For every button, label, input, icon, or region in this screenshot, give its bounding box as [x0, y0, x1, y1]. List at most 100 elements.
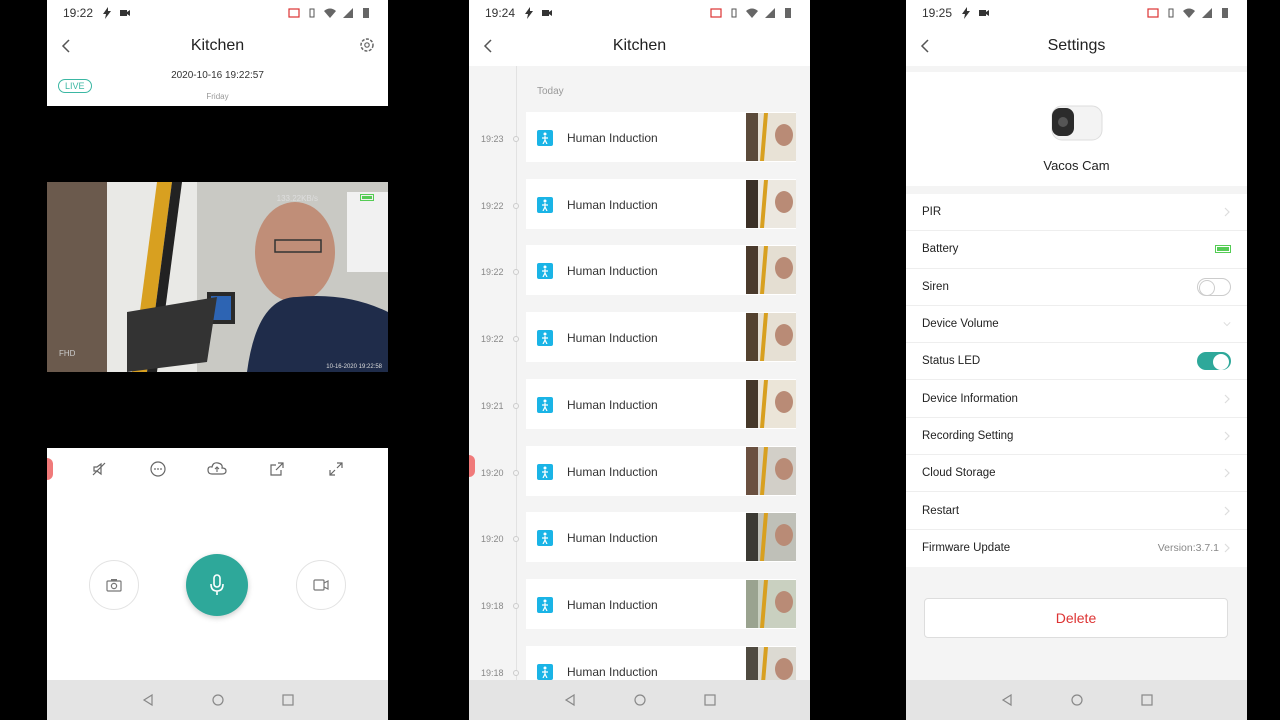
page-title: Settings	[1047, 37, 1106, 54]
share-button[interactable]	[266, 458, 288, 480]
battery-status-icon	[785, 8, 791, 18]
device-name: Vacos Cam	[1043, 158, 1110, 173]
event-row[interactable]: 19:22 Human Induction	[469, 245, 810, 296]
section-header: Today	[537, 86, 564, 97]
live-video-feed[interactable]: 133.22KB/s FHD 10-16-2020 19:22:58	[47, 182, 388, 372]
mic-icon	[210, 574, 224, 595]
vibrate-icon	[1168, 8, 1174, 18]
settings-row-device-volume[interactable]: Device Volume	[906, 306, 1247, 344]
wifi-icon	[324, 8, 336, 18]
event-row[interactable]: 19:22 Human Induction	[469, 312, 810, 363]
settings-row-siren[interactable]: Siren	[906, 269, 1247, 306]
event-card[interactable]: Human Induction	[526, 178, 796, 229]
event-thumbnail[interactable]	[746, 246, 796, 295]
event-time: 19:22	[481, 200, 504, 211]
video-icon	[979, 10, 990, 16]
fullscreen-button[interactable]	[325, 458, 347, 480]
timeline-dot	[513, 336, 519, 343]
settings-row-cloud-storage[interactable]: Cloud Storage	[906, 455, 1247, 493]
chevron-down-icon	[1223, 322, 1231, 327]
nav-back-icon[interactable]	[141, 693, 155, 707]
live-datetime: 2020-10-16 19:22:57	[171, 70, 264, 81]
settings-row-label: Firmware Update	[922, 542, 1011, 555]
nav-home-icon[interactable]	[633, 693, 647, 707]
nav-home-icon[interactable]	[1070, 693, 1084, 707]
event-card[interactable]: Human Induction	[526, 112, 796, 162]
timeline-dot	[513, 669, 519, 676]
back-icon[interactable]	[916, 36, 936, 56]
event-card[interactable]: Human Induction	[526, 445, 796, 496]
signal-icon	[1202, 8, 1212, 18]
app-bar: Kitchen	[469, 26, 810, 66]
back-icon[interactable]	[479, 36, 499, 56]
event-card[interactable]: Human Induction	[526, 245, 796, 296]
settings-row-label: Status LED	[922, 355, 981, 368]
nav-back-icon[interactable]	[1000, 693, 1014, 707]
nav-home-icon[interactable]	[211, 693, 225, 707]
event-thumbnail[interactable]	[746, 446, 796, 495]
settings-row-pir[interactable]: PIR	[906, 194, 1247, 232]
event-thumbnail[interactable]	[746, 379, 796, 428]
status-led-toggle[interactable]	[1197, 352, 1231, 371]
event-card[interactable]: Human Induction	[526, 378, 796, 429]
event-row[interactable]: 19:21 Human Induction	[469, 378, 810, 429]
nav-recents-icon[interactable]	[1140, 693, 1154, 707]
chat-icon	[150, 461, 166, 477]
firmware-version: Version:3.7.1	[1157, 542, 1219, 555]
event-row[interactable]: 19:22 Human Induction	[469, 178, 810, 229]
bitrate-readout: 133.22KB/s	[276, 194, 318, 203]
siren-toggle[interactable]	[1197, 277, 1231, 296]
settings-row-restart[interactable]: Restart	[906, 492, 1247, 530]
event-thumbnail[interactable]	[746, 113, 796, 161]
event-row[interactable]: 19:18 Human Induction	[469, 578, 810, 629]
event-row[interactable]: 19:20 Human Induction	[469, 445, 810, 496]
snapshot-button[interactable]	[89, 560, 139, 610]
settings-row-status-led[interactable]: Status LED	[906, 343, 1247, 381]
record-button[interactable]	[296, 560, 346, 610]
event-time: 19:20	[481, 534, 504, 545]
mute-button[interactable]	[88, 458, 110, 480]
event-card[interactable]: Human Induction	[526, 578, 796, 629]
chevron-right-icon	[1224, 394, 1230, 404]
back-icon[interactable]	[57, 36, 77, 56]
human-motion-icon	[537, 330, 553, 347]
event-thumbnail[interactable]	[746, 513, 796, 562]
settings-row-recording-setting[interactable]: Recording Setting	[906, 418, 1247, 456]
event-card[interactable]: Human Induction	[526, 512, 796, 563]
cast-icon	[710, 8, 722, 18]
event-time: 19:21	[481, 400, 504, 411]
battery-level-icon	[1215, 245, 1231, 254]
delete-button[interactable]: Delete	[924, 598, 1228, 638]
vibrate-icon	[309, 8, 315, 18]
page-title: Kitchen	[190, 37, 245, 54]
nav-recents-icon[interactable]	[281, 693, 295, 707]
event-thumbnail[interactable]	[746, 579, 796, 628]
settings-row-battery[interactable]: Battery	[906, 231, 1247, 269]
quality-toggle[interactable]: FHD	[59, 349, 75, 358]
human-motion-icon	[537, 130, 553, 146]
human-motion-icon	[537, 596, 553, 613]
mute-icon	[92, 462, 106, 476]
nav-back-icon[interactable]	[563, 693, 577, 707]
event-title: Human Induction	[567, 197, 658, 212]
event-thumbnail[interactable]	[746, 313, 796, 362]
event-row[interactable]: 19:20 Human Induction	[469, 512, 810, 563]
timeline-dot	[513, 536, 519, 543]
settings-row-device-information[interactable]: Device Information	[906, 380, 1247, 418]
nav-recents-icon[interactable]	[703, 693, 717, 707]
status-bar: 19:24	[469, 0, 810, 26]
event-card[interactable]: Human Induction	[526, 312, 796, 363]
app-bar: Kitchen	[47, 26, 388, 66]
event-thumbnail[interactable]	[746, 179, 796, 228]
settings-row-firmware-update[interactable]: Firmware Update Version:3.7.1	[906, 530, 1247, 567]
chevron-right-icon	[1224, 207, 1230, 217]
chat-button[interactable]	[147, 458, 169, 480]
gear-icon[interactable]	[358, 36, 376, 54]
human-motion-icon	[537, 396, 553, 413]
flash-icon	[525, 7, 534, 19]
chevron-right-icon	[1224, 543, 1230, 553]
talk-button[interactable]	[186, 554, 248, 616]
cloud-button[interactable]	[206, 458, 228, 480]
app-bar: Settings	[906, 26, 1247, 66]
event-row[interactable]: 19:23 Human Induction	[469, 112, 810, 162]
